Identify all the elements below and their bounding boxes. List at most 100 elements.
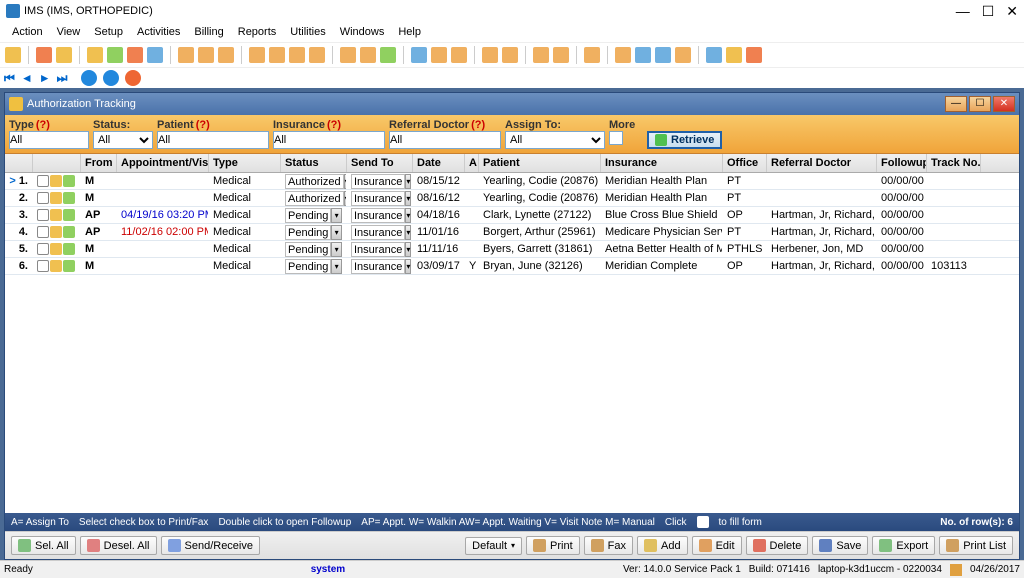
add-button[interactable]: Add (637, 536, 688, 555)
menu-windows[interactable]: Windows (334, 24, 391, 40)
col-type[interactable]: Type (209, 154, 281, 172)
note-icon[interactable] (50, 226, 62, 238)
tb-icon[interactable] (726, 47, 742, 63)
tb-icon[interactable] (309, 47, 325, 63)
tb-icon[interactable] (360, 47, 376, 63)
close-button[interactable]: ✕ (1006, 3, 1018, 20)
nav-next-icon[interactable]: ► (39, 71, 51, 85)
action-icon[interactable] (63, 209, 75, 221)
patient-select[interactable] (157, 131, 269, 149)
row-checkbox[interactable] (37, 260, 49, 272)
note-icon[interactable] (50, 260, 62, 272)
mdi-close-button[interactable]: ✕ (993, 96, 1015, 112)
deselect-all-button[interactable]: Desel. All (80, 536, 157, 555)
tb-icon[interactable] (615, 47, 631, 63)
sendto-dropdown[interactable]: ▾ (405, 259, 411, 274)
tb-icon[interactable] (451, 47, 467, 63)
delete-button[interactable]: Delete (746, 536, 809, 555)
tb-icon[interactable] (147, 47, 163, 63)
tb-icon[interactable] (411, 47, 427, 63)
tb-icon[interactable] (289, 47, 305, 63)
table-row[interactable]: 6.MMedicalPending▾Insurance▾03/09/17YBry… (5, 258, 1019, 275)
col-insurance[interactable]: Insurance (601, 154, 723, 172)
assign-select[interactable]: All (505, 131, 605, 149)
tb-icon[interactable] (340, 47, 356, 63)
status-select[interactable]: All (93, 131, 153, 149)
col-status[interactable]: Status (281, 154, 347, 172)
export-button[interactable]: Export (872, 536, 935, 555)
tb-icon[interactable] (56, 47, 72, 63)
sendto-dropdown[interactable]: ▾ (405, 191, 411, 206)
select-all-button[interactable]: Sel. All (11, 536, 76, 555)
insurance-select[interactable] (273, 131, 385, 149)
tb-icon[interactable] (584, 47, 600, 63)
tb-icon[interactable] (198, 47, 214, 63)
row-checkbox[interactable] (37, 192, 49, 204)
nav-first-icon[interactable]: ⏮ (4, 71, 15, 86)
tb-icon[interactable] (380, 47, 396, 63)
row-checkbox[interactable] (37, 209, 49, 221)
action-icon[interactable] (63, 243, 75, 255)
tb-icon[interactable] (87, 47, 103, 63)
default-select[interactable]: Default▾ (465, 537, 522, 555)
col-appt[interactable]: Appointment/Visit (117, 154, 209, 172)
refresh-icon[interactable] (81, 70, 97, 86)
retrieve-button[interactable]: Retrieve (647, 131, 722, 149)
tb-icon[interactable] (482, 47, 498, 63)
row-checkbox[interactable] (37, 175, 49, 187)
tb-icon[interactable] (249, 47, 265, 63)
tb-icon[interactable] (36, 47, 52, 63)
table-row[interactable]: 3.AP04/19/16 03:20 PMMedicalPending▾Insu… (5, 207, 1019, 224)
col-followup[interactable]: Followup (877, 154, 927, 172)
action-icon[interactable] (63, 260, 75, 272)
sendto-dropdown[interactable]: ▾ (405, 242, 411, 257)
note-icon[interactable] (50, 243, 62, 255)
menu-utilities[interactable]: Utilities (284, 24, 331, 40)
type-select[interactable] (9, 131, 89, 149)
help-icon[interactable] (103, 70, 119, 86)
table-row[interactable]: > 1.MMedicalAuthorized▾Insurance▾08/15/1… (5, 173, 1019, 190)
sendto-dropdown[interactable]: ▾ (405, 208, 411, 223)
tb-icon[interactable] (218, 47, 234, 63)
save-button[interactable]: Save (812, 536, 868, 555)
col-a[interactable]: A (465, 154, 479, 172)
row-checkbox[interactable] (37, 243, 49, 255)
tb-icon[interactable] (635, 47, 651, 63)
tb-icon[interactable] (746, 47, 762, 63)
tb-icon[interactable] (107, 47, 123, 63)
tb-icon[interactable] (127, 47, 143, 63)
stop-icon[interactable] (125, 70, 141, 86)
tb-icon[interactable] (431, 47, 447, 63)
print-button[interactable]: Print (526, 536, 580, 555)
table-row[interactable]: 5.MMedicalPending▾Insurance▾11/11/16Byer… (5, 241, 1019, 258)
mdi-maximize-button[interactable]: ☐ (969, 96, 991, 112)
status-dropdown[interactable]: ▾ (331, 208, 342, 223)
col-refdoc[interactable]: Referral Doctor (767, 154, 877, 172)
tb-icon[interactable] (655, 47, 671, 63)
fax-button[interactable]: Fax (584, 536, 633, 555)
maximize-button[interactable]: ☐ (982, 3, 995, 20)
more-checkbox[interactable] (609, 131, 623, 145)
minimize-button[interactable]: — (956, 3, 970, 20)
mdi-minimize-button[interactable]: — (945, 96, 967, 112)
tb-icon[interactable] (502, 47, 518, 63)
table-row[interactable]: 4.AP11/02/16 02:00 PMMedicalPending▾Insu… (5, 224, 1019, 241)
action-icon[interactable] (63, 192, 75, 204)
sendto-dropdown[interactable]: ▾ (405, 174, 411, 189)
note-icon[interactable] (50, 175, 62, 187)
menu-activities[interactable]: Activities (131, 24, 186, 40)
col-date[interactable]: Date (413, 154, 465, 172)
action-icon[interactable] (63, 226, 75, 238)
menu-reports[interactable]: Reports (232, 24, 283, 40)
send-receive-button[interactable]: Send/Receive (161, 536, 261, 555)
status-dropdown[interactable]: ▾ (331, 225, 342, 240)
col-from[interactable]: From (81, 154, 117, 172)
col-patient[interactable]: Patient (479, 154, 601, 172)
nav-prev-icon[interactable]: ◄ (21, 71, 33, 85)
sendto-dropdown[interactable]: ▾ (405, 225, 411, 240)
tb-icon[interactable] (675, 47, 691, 63)
table-row[interactable]: 2.MMedicalAuthorized▾Insurance▾08/16/12Y… (5, 190, 1019, 207)
tb-icon[interactable] (5, 47, 21, 63)
col-sendto[interactable]: Send To (347, 154, 413, 172)
refdoc-select[interactable] (389, 131, 501, 149)
